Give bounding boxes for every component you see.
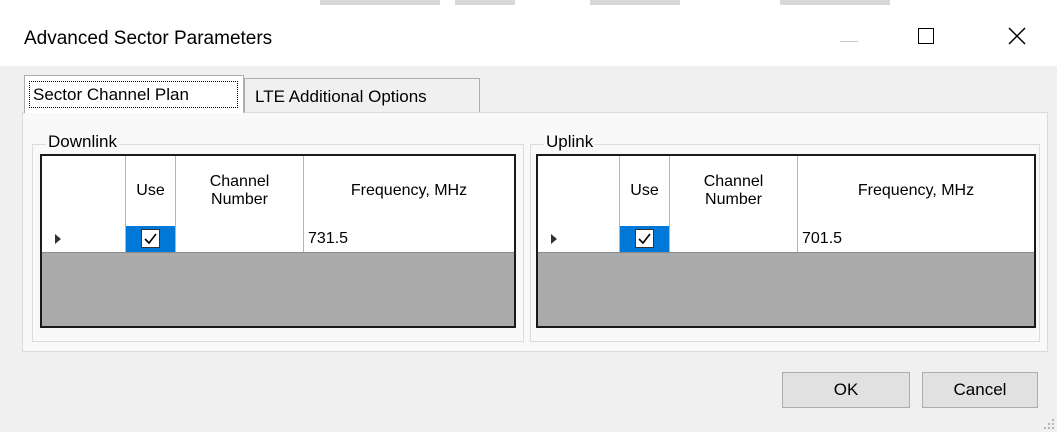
column-header-channel-number[interactable]: Channel Number — [176, 156, 304, 226]
row-header-column — [538, 156, 620, 226]
cancel-button[interactable]: Cancel — [922, 372, 1038, 408]
title-bar: Advanced Sector Parameters — [0, 8, 1057, 66]
use-checkbox[interactable] — [634, 229, 654, 248]
frequency-value: 731.5 — [308, 230, 349, 247]
tab-sector-channel-plan[interactable]: Sector Channel Plan — [24, 75, 244, 113]
grid-header: Use Channel Number Frequency, MHz — [42, 156, 514, 227]
row-header-cell[interactable] — [42, 226, 126, 252]
tab-label: LTE Additional Options — [255, 87, 427, 106]
close-button[interactable] — [986, 8, 1046, 66]
column-header-frequency[interactable]: Frequency, MHz — [304, 156, 514, 226]
table-row[interactable]: 731.5 — [42, 226, 514, 253]
ok-button[interactable]: OK — [782, 372, 910, 408]
use-cell[interactable] — [126, 226, 176, 252]
column-header-use[interactable]: Use — [620, 156, 670, 226]
current-row-arrow-icon — [55, 234, 61, 244]
downlink-group-label: Downlink — [46, 132, 119, 152]
tab-lte-additional-options[interactable]: LTE Additional Options — [244, 78, 480, 112]
channel-number-cell[interactable] — [176, 226, 304, 252]
minimize-button[interactable] — [820, 8, 880, 66]
column-header-channel-number[interactable]: Channel Number — [670, 156, 798, 226]
channel-number-header-label: Channel Number — [703, 173, 764, 208]
row-header-column — [42, 156, 126, 226]
uplink-grid[interactable]: Use Channel Number Frequency, MHz 701.5 — [536, 154, 1036, 328]
frequency-cell[interactable]: 731.5 — [304, 226, 514, 252]
use-cell[interactable] — [620, 226, 670, 252]
grid-header: Use Channel Number Frequency, MHz — [538, 156, 1034, 227]
row-header-cell[interactable] — [538, 226, 620, 252]
frequency-cell[interactable]: 701.5 — [798, 226, 1034, 252]
background-window-sliver — [0, 0, 1057, 8]
maximize-button[interactable] — [898, 8, 958, 66]
tab-label: Sector Channel Plan — [33, 85, 189, 104]
channel-number-cell[interactable] — [670, 226, 798, 252]
minimize-icon — [840, 41, 858, 42]
use-checkbox[interactable] — [140, 229, 160, 248]
checkmark-icon — [143, 233, 157, 245]
close-icon — [1008, 27, 1026, 45]
window-title: Advanced Sector Parameters — [24, 28, 273, 49]
frequency-value: 701.5 — [802, 230, 843, 247]
column-header-frequency[interactable]: Frequency, MHz — [798, 156, 1034, 226]
column-header-use[interactable]: Use — [126, 156, 176, 226]
resize-grip-icon[interactable] — [1043, 418, 1055, 430]
channel-number-header-label: Channel Number — [209, 173, 270, 208]
advanced-sector-parameters-dialog: Advanced Sector Parameters Sector Channe… — [0, 0, 1057, 432]
maximize-icon — [918, 28, 934, 44]
downlink-grid[interactable]: Use Channel Number Frequency, MHz 731.5 — [40, 154, 516, 328]
current-row-arrow-icon — [551, 234, 557, 244]
checkmark-icon — [637, 233, 651, 245]
uplink-group-label: Uplink — [544, 132, 596, 152]
table-row[interactable]: 701.5 — [538, 226, 1034, 253]
